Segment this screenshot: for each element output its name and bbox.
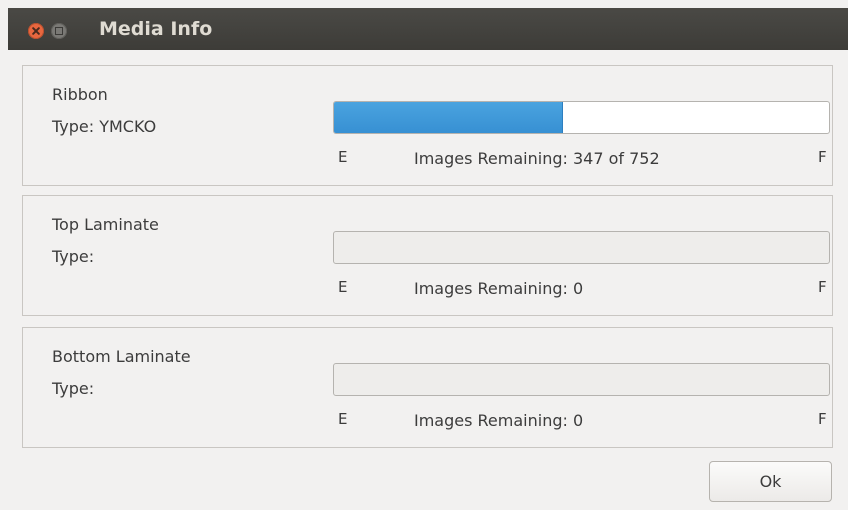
ribbon-level-bar	[333, 101, 830, 134]
ribbon-full-label: F	[818, 148, 827, 166]
top-laminate-label: Top Laminate	[52, 215, 159, 234]
ribbon-label: Ribbon	[52, 85, 108, 104]
ribbon-group: Ribbon Type: YMCKO E Images Remaining: 3…	[22, 65, 833, 186]
ribbon-images-remaining: Images Remaining: 347 of 752	[414, 149, 660, 168]
bottom-laminate-level-bar	[333, 363, 830, 396]
top-laminate-full-label: F	[818, 278, 827, 296]
close-icon[interactable]	[28, 23, 44, 39]
maximize-icon[interactable]	[51, 23, 67, 39]
top-laminate-group: Top Laminate Type: E Images Remaining: 0…	[22, 195, 833, 316]
ok-button[interactable]: Ok	[709, 461, 832, 502]
bottom-laminate-images-remaining: Images Remaining: 0	[414, 411, 584, 430]
window-title: Media Info	[99, 18, 213, 40]
bottom-laminate-label: Bottom Laminate	[52, 347, 191, 366]
ribbon-type: Type: YMCKO	[52, 117, 157, 136]
ribbon-empty-label: E	[338, 148, 348, 166]
bottom-laminate-empty-label: E	[338, 410, 348, 428]
top-laminate-level-bar	[333, 231, 830, 264]
media-info-dialog: Media Info Ribbon Type: YMCKO E Images R…	[0, 0, 848, 510]
top-laminate-empty-label: E	[338, 278, 348, 296]
top-laminate-images-remaining: Images Remaining: 0	[414, 279, 584, 298]
ribbon-level-fill	[334, 102, 564, 133]
top-laminate-type: Type:	[52, 247, 95, 266]
bottom-laminate-group: Bottom Laminate Type: E Images Remaining…	[22, 327, 833, 448]
title-bar[interactable]: Media Info	[8, 8, 848, 50]
bottom-laminate-type: Type:	[52, 379, 95, 398]
bottom-laminate-full-label: F	[818, 410, 827, 428]
